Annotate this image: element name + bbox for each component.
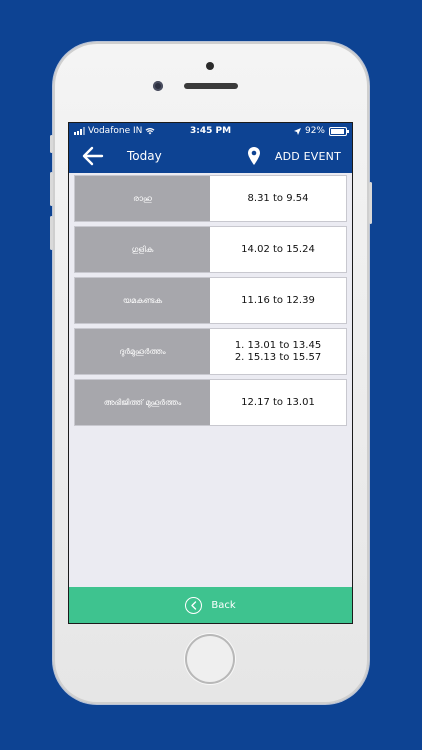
row-value: 1. 13.01 to 13.45 2. 15.13 to 15.57 xyxy=(234,339,322,363)
row-label: ഗുളിക xyxy=(75,227,210,272)
row-value: 11.16 to 12.39 xyxy=(241,294,315,306)
add-event-button[interactable]: ADD EVENT xyxy=(275,150,341,163)
row-label: അഭിജിത്ത് മുഹൂർത്തം xyxy=(75,380,210,425)
status-bar: Vodafone IN 3:45 PM 92% xyxy=(69,123,352,140)
volume-up-button xyxy=(50,172,53,206)
row-value: 12.17 to 13.01 xyxy=(241,396,315,408)
home-button[interactable] xyxy=(185,634,235,684)
page-title: Today xyxy=(127,149,162,163)
row-label: യമകണ്ടക xyxy=(75,278,210,323)
nav-bar: Today ADD EVENT xyxy=(69,140,352,173)
row-label: രാഹു xyxy=(75,176,210,221)
earpiece-speaker xyxy=(184,83,238,89)
battery-fill xyxy=(331,128,344,134)
row-label: ദുർമുഹൂർത്തം xyxy=(75,329,210,374)
power-button xyxy=(369,182,372,224)
front-camera xyxy=(153,81,163,91)
location-pin-icon[interactable] xyxy=(247,146,261,166)
proximity-sensor xyxy=(206,62,214,70)
table-row: ദുർമുഹൂർത്തം 1. 13.01 to 13.45 2. 15.13 … xyxy=(75,329,346,374)
row-value: 14.02 to 15.24 xyxy=(241,243,315,255)
back-button[interactable]: Back xyxy=(69,587,352,623)
app-screen: Vodafone IN 3:45 PM 92% Today ADD EVENT xyxy=(69,123,352,623)
table-row: യമകണ്ടക 11.16 to 12.39 xyxy=(75,278,346,323)
table-row: ഗുളിക 14.02 to 15.24 xyxy=(75,227,346,272)
volume-down-button xyxy=(50,216,53,250)
status-right: 92% xyxy=(293,126,349,136)
arrow-left-icon[interactable] xyxy=(82,146,104,166)
back-label: Back xyxy=(211,599,236,611)
row-value: 8.31 to 9.54 xyxy=(247,192,309,204)
battery-icon xyxy=(329,126,349,136)
chevron-left-circle-icon xyxy=(185,596,203,614)
table-row: അഭിജിത്ത് മുഹൂർത്തം 12.17 to 13.01 xyxy=(75,380,346,425)
table-row: രാഹു 8.31 to 9.54 xyxy=(75,176,346,221)
mute-switch xyxy=(50,135,53,153)
location-arrow-icon xyxy=(293,127,301,135)
battery-percent: 92% xyxy=(304,126,325,136)
time-table: രാഹു 8.31 to 9.54 ഗുളിക 14.02 to 15.24 യ… xyxy=(75,176,346,431)
